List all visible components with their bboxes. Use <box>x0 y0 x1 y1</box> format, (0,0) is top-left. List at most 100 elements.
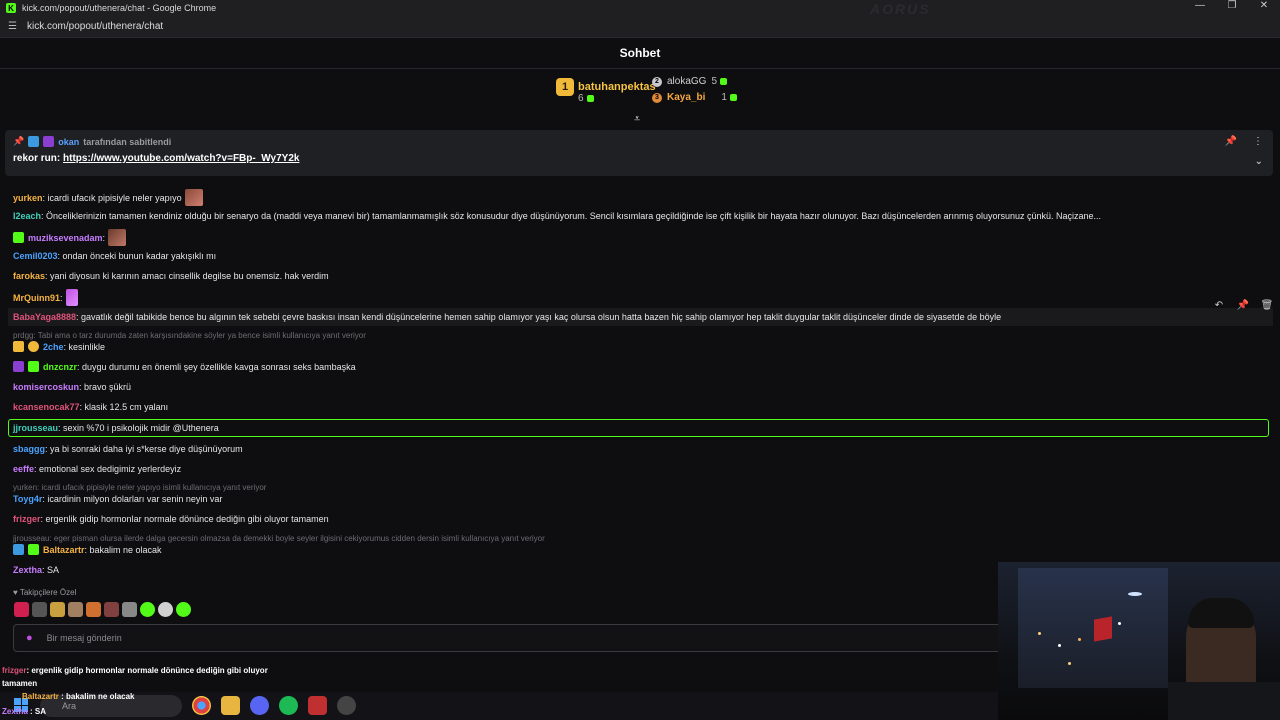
followers-only-label: ♥ Takipçilere Özel <box>13 588 77 597</box>
emote-icon[interactable] <box>14 602 29 617</box>
chat-message[interactable]: BabaYaga8888: gavatlık değil tabikide be… <box>8 308 1273 326</box>
chat-message[interactable]: komisercoskun: bravo şükrü <box>13 382 131 392</box>
emote-icon[interactable] <box>176 602 191 617</box>
spotify-icon[interactable] <box>279 696 298 715</box>
message-text: : klasik 12.5 cm yalanı <box>79 402 169 412</box>
pinned-by-user[interactable]: okan <box>58 137 79 147</box>
minimize-icon[interactable]: — <box>1184 0 1216 11</box>
message-username[interactable]: komisercoskun <box>13 382 79 392</box>
message-username[interactable]: Zextha <box>13 565 42 575</box>
message-text: : SA <box>42 565 60 575</box>
expand-leaderboard-icon[interactable]: ⩡ <box>634 113 640 126</box>
message-text: : ondan önceki bunun kadar yakışıklı mı <box>57 251 217 261</box>
reply-context[interactable]: yurken: icardi ufacık pipisiyle neler ya… <box>13 483 266 492</box>
leaderboard-third-name: Kaya_bi <box>667 92 706 103</box>
microphone-icon[interactable]: ● <box>26 632 33 644</box>
emote-icon[interactable] <box>50 602 65 617</box>
chat-message[interactable]: Zextha: SA <box>13 565 59 575</box>
message-text: : duygu durumu en önemli şey özellikle k… <box>77 361 356 372</box>
chat-message[interactable]: muziksevenadam: <box>13 229 127 246</box>
gift-leaderboard: 1 batuhanpektas 6 2 alokaGG 5 3 Kaya_bi … <box>0 70 1280 126</box>
flag-icon <box>1094 616 1112 642</box>
message-username[interactable]: Cemil0203 <box>13 251 58 261</box>
chat-message[interactable]: 2che: kesinlikle <box>13 341 105 352</box>
delete-icon[interactable]: 🗑 <box>1260 298 1274 312</box>
badge-icon <box>13 232 24 243</box>
site-settings-icon[interactable]: ☰ <box>8 21 17 32</box>
reply-context[interactable]: jjrousseau: eger pisman olursa ilerde da… <box>13 534 545 543</box>
chat-message[interactable]: kcansenocak77: klasik 12.5 cm yalanı <box>13 402 168 412</box>
mention-highlight <box>8 419 1269 437</box>
unpin-icon[interactable]: 📌 <box>1225 136 1237 147</box>
message-username[interactable]: MrQuinn91 <box>13 293 60 303</box>
discord-icon[interactable] <box>250 696 269 715</box>
chrome-icon[interactable] <box>192 696 211 715</box>
pinned-by-label: tarafından sabitlendi <box>83 136 172 147</box>
chat-message[interactable]: frizger: ergenlik gidip hormonlar normal… <box>13 514 329 524</box>
chat-message[interactable]: Toyg4r: icardinin milyon dolarları var s… <box>13 494 222 504</box>
reply-context[interactable]: prdgg: Tabi ama o tarz durumda zaten kar… <box>13 331 366 340</box>
emote-icon[interactable] <box>104 602 119 617</box>
message-username[interactable]: 2che <box>43 342 64 352</box>
message-username[interactable]: kcansenocak77 <box>13 402 80 412</box>
message-username[interactable]: yurken <box>13 193 43 203</box>
chat-message[interactable]: Baltazartr: bakalim ne olacak <box>13 544 162 555</box>
emote-icon[interactable] <box>32 602 47 617</box>
message-text: : yani diyosun ki karının amacı cinselli… <box>45 271 329 281</box>
emote-icon[interactable] <box>122 602 137 617</box>
chat-message[interactable]: farokas: yani diyosun ki karının amacı c… <box>13 271 329 281</box>
chat-message[interactable]: eeffe: emotional sex dedigimiz yerlerdey… <box>13 464 181 474</box>
window-title: kick.com/popout/uthenera/chat - Google C… <box>22 3 217 13</box>
message-username[interactable]: Toyg4r <box>13 494 42 504</box>
url-text[interactable]: kick.com/popout/uthenera/chat <box>27 21 163 32</box>
chat-message[interactable]: MrQuinn91: <box>13 289 78 306</box>
chat-message[interactable]: sbaggg: ya bi sonraki daha iyi s*kerse d… <box>13 444 243 454</box>
message-username[interactable]: eeffe <box>13 464 34 474</box>
message-username[interactable]: farokas <box>13 271 45 281</box>
app-icon[interactable] <box>337 696 356 715</box>
reply-icon[interactable]: ↶ <box>1212 298 1226 312</box>
message-text: : Önceliklerinizin tamamen kendiniz oldu… <box>41 211 1102 221</box>
emote-icon[interactable] <box>158 602 173 617</box>
close-icon[interactable]: ✕ <box>1248 0 1280 11</box>
window-titlebar: K kick.com/popout/uthenera/chat - Google… <box>0 0 1280 17</box>
chevron-down-icon[interactable]: ⌄ <box>1255 156 1263 167</box>
leaderboard-first-name: batuhanpektas <box>578 81 656 93</box>
leaderboard-first[interactable]: 1 batuhanpektas 6 <box>556 78 656 104</box>
chat-message[interactable]: I2each: Önceliklerinizin tamamen kendini… <box>13 211 1101 221</box>
pinned-link[interactable]: https://www.youtube.com/watch?v=FBp-_Wy7… <box>63 153 299 164</box>
leaderboard-second-name: alokaGG <box>667 76 707 87</box>
badge-icon <box>13 544 24 555</box>
chat-message[interactable]: Cemil0203: ondan önceki bunun kadar yakı… <box>13 251 216 261</box>
chat-message[interactable]: dnzcnzr: duygu durumu en önemli şey özel… <box>13 361 356 372</box>
badge-icon <box>28 361 39 372</box>
pinned-message: 📌 okan tarafından sabitlendi rekor run: … <box>5 130 1273 176</box>
app-icon[interactable] <box>308 696 327 715</box>
message-username[interactable]: BabaYaga8888 <box>13 312 76 322</box>
message-input[interactable]: ● Bir mesaj gönderin <box>13 624 1013 652</box>
leaderboard-second[interactable]: 2 alokaGG 5 <box>652 76 728 87</box>
overlay-chat-line: Baltazartr : bakalim ne olacak <box>22 692 135 701</box>
message-username[interactable]: frizger <box>13 514 41 524</box>
emote-icon[interactable] <box>140 602 155 617</box>
message-username[interactable]: Baltazartr <box>43 545 85 555</box>
leaderboard-third[interactable]: 3 Kaya_bi 1 <box>652 92 737 103</box>
webcam-feed <box>998 562 1280 720</box>
chat-message[interactable]: yurken: icardi ufacık pipisiyle neler ya… <box>13 189 203 206</box>
badge-icon <box>43 136 55 147</box>
message-username[interactable]: I2each <box>13 211 41 221</box>
message-text: : emotional sex dedigimiz yerlerdeyiz <box>34 464 182 474</box>
message-text: : kesinlikle <box>63 341 106 352</box>
message-username[interactable]: muziksevenadam <box>28 233 103 243</box>
address-bar[interactable]: ☰ kick.com/popout/uthenera/chat <box>0 16 1280 38</box>
message-username[interactable]: sbaggg <box>13 444 45 454</box>
taskbar: Ara <box>0 692 998 720</box>
restore-icon[interactable]: ❐ <box>1216 0 1248 11</box>
emote-icon[interactable] <box>86 602 101 617</box>
kicks-gem-icon <box>729 94 737 101</box>
message-username[interactable]: dnzcnzr <box>43 362 77 372</box>
folder-icon[interactable] <box>221 696 240 715</box>
emote-icon[interactable] <box>68 602 83 617</box>
more-options-icon[interactable]: ⋮ <box>1253 136 1263 147</box>
pin-message-icon[interactable]: 📌 <box>1236 298 1250 312</box>
